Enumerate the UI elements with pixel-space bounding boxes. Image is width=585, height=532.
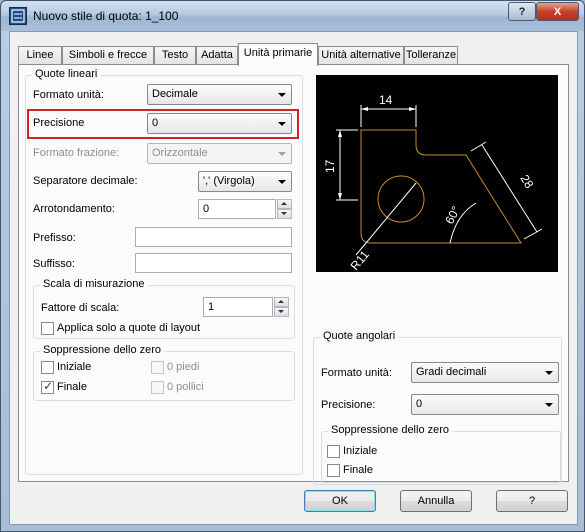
feet-label: 0 piedi — [167, 361, 200, 373]
tab-tolleranze[interactable]: Tolleranze — [404, 46, 458, 64]
group-title-zero-linear: Soppressione dello zero — [40, 344, 165, 356]
group-title-zero-angular: Soppressione dello zero — [328, 424, 453, 436]
chevron-down-icon — [545, 403, 553, 407]
tab-simboli-frecce[interactable]: Simboli e frecce — [62, 46, 154, 64]
inches-checkbox[interactable] — [151, 381, 164, 394]
tab-unita-alternative[interactable]: Unità alternative — [318, 46, 404, 64]
layout-only-label: Applica solo a quote di layout — [57, 322, 201, 334]
scale-factor-label: Fattore di scala: — [41, 302, 120, 314]
dim-text-slant: 28 — [517, 172, 536, 191]
chevron-down-icon — [278, 180, 286, 184]
decimal-separator-combo[interactable]: ',' (Virgola) — [198, 171, 292, 192]
arrow-icon — [338, 193, 342, 200]
spin-down-icon[interactable] — [277, 209, 292, 219]
title-bar[interactable]: Nuovo stile di quota: 1_100 ? X — [1, 1, 584, 31]
leading-zero-label: Iniziale — [57, 361, 92, 373]
tab-panel-unita-primarie: Quote lineari Formato unità: Decimale Pr… — [18, 64, 569, 485]
round-off-spinner[interactable] — [277, 199, 292, 219]
fraction-format-combo[interactable]: Orizzontale — [147, 143, 292, 164]
suffix-label: Suffisso: — [33, 258, 75, 270]
dim-line-radius — [355, 182, 417, 256]
fraction-format-label: Formato frazione: — [33, 147, 120, 159]
dim-text-top: 14 — [379, 93, 393, 107]
unit-format-label: Formato unità: — [33, 89, 104, 101]
scale-factor-spinner[interactable] — [274, 297, 289, 317]
tab-adatta[interactable]: Adatta — [196, 46, 238, 64]
ext-line — [523, 228, 543, 240]
chevron-down-icon — [278, 122, 286, 126]
angular-unit-format-combo[interactable]: Gradi decimali — [411, 362, 559, 383]
prefix-label: Prefisso: — [33, 232, 76, 244]
cancel-button[interactable]: Annulla — [400, 490, 472, 512]
dim-line-slant — [481, 144, 538, 233]
checkmark-icon: ✓ — [43, 379, 54, 393]
round-off-label: Arrotondamento: — [33, 203, 115, 215]
part-outline — [360, 129, 522, 244]
spin-up-icon[interactable] — [274, 297, 289, 307]
ok-button[interactable]: OK — [304, 490, 376, 512]
tab-unita-primarie[interactable]: Unità primarie — [238, 43, 318, 66]
fraction-format-value: Orizzontale — [152, 147, 208, 159]
chevron-down-icon — [278, 152, 286, 156]
precision-combo[interactable]: 0 — [147, 113, 292, 134]
group-title-angular: Quote angolari — [320, 330, 399, 342]
precision-value: 0 — [152, 117, 159, 129]
angular-trailing-zero-checkbox[interactable] — [327, 464, 340, 477]
dialog-client: Linee Simboli e frecce Testo Adatta Unit… — [9, 31, 578, 525]
arrow-icon — [409, 107, 416, 111]
angular-trailing-zero-label: Finale — [343, 464, 373, 476]
inches-label: 0 pollici — [167, 381, 204, 393]
dialog-window: Nuovo stile di quota: 1_100 ? X Linee Si… — [0, 0, 585, 532]
round-off-value: 0 — [203, 203, 210, 215]
spin-down-icon[interactable] — [274, 307, 289, 317]
dimension-preview-drawing: 14 17 28 60° R11 — [323, 93, 543, 273]
arrow-icon — [338, 130, 342, 137]
arrow-icon — [361, 107, 368, 111]
chevron-down-icon — [278, 93, 286, 97]
trailing-zero-label: Finale — [57, 381, 87, 393]
decimal-separator-label: Separatore decimale: — [33, 175, 138, 187]
precision-label: Precisione — [33, 117, 85, 129]
ext-line — [470, 141, 487, 152]
preview-pane: 14 17 28 60° R11 — [316, 75, 558, 273]
scale-factor-input[interactable]: 1 — [203, 297, 273, 317]
suffix-input[interactable] — [135, 253, 292, 273]
feet-checkbox[interactable] — [151, 361, 164, 374]
unit-format-value: Decimale — [152, 88, 198, 100]
dim-text-radius: R11 — [348, 247, 373, 272]
dim-text-angle: 60° — [442, 204, 463, 227]
help-button[interactable]: ? — [496, 490, 568, 512]
dim-text-left: 17 — [323, 159, 337, 173]
title-help-button[interactable]: ? — [508, 2, 536, 21]
prefix-input[interactable] — [135, 227, 292, 247]
tab-linee[interactable]: Linee — [18, 46, 62, 64]
window-title: Nuovo stile di quota: 1_100 — [33, 9, 179, 23]
decimal-separator-value: ',' (Virgola) — [203, 175, 255, 187]
leading-zero-checkbox[interactable] — [41, 361, 54, 374]
spin-up-icon[interactable] — [277, 199, 292, 209]
angular-unit-format-value: Gradi decimali — [416, 366, 487, 378]
round-off-input[interactable]: 0 — [198, 199, 276, 219]
app-icon — [9, 7, 27, 25]
angular-unit-format-label: Formato unità: — [321, 367, 392, 379]
group-soppressione-lineari: Soppressione dello zero — [33, 344, 295, 401]
group-title-linear: Quote lineari — [32, 68, 101, 80]
angular-precision-value: 0 — [416, 398, 423, 410]
angular-precision-combo[interactable]: 0 — [411, 394, 559, 415]
trailing-zero-checkbox[interactable]: ✓ — [41, 379, 54, 394]
unit-format-combo[interactable]: Decimale — [147, 84, 292, 105]
part-hole — [377, 175, 425, 223]
scale-factor-value: 1 — [208, 301, 215, 313]
group-title-scale: Scala di misurazione — [40, 278, 148, 290]
layout-only-checkbox[interactable] — [41, 322, 54, 335]
close-button[interactable]: X — [536, 2, 579, 21]
angular-precision-label: Precisione: — [321, 399, 376, 411]
chevron-down-icon — [545, 371, 553, 375]
angular-leading-zero-label: Iniziale — [343, 445, 378, 457]
tab-testo[interactable]: Testo — [154, 46, 196, 64]
angular-leading-zero-checkbox[interactable] — [327, 445, 340, 458]
